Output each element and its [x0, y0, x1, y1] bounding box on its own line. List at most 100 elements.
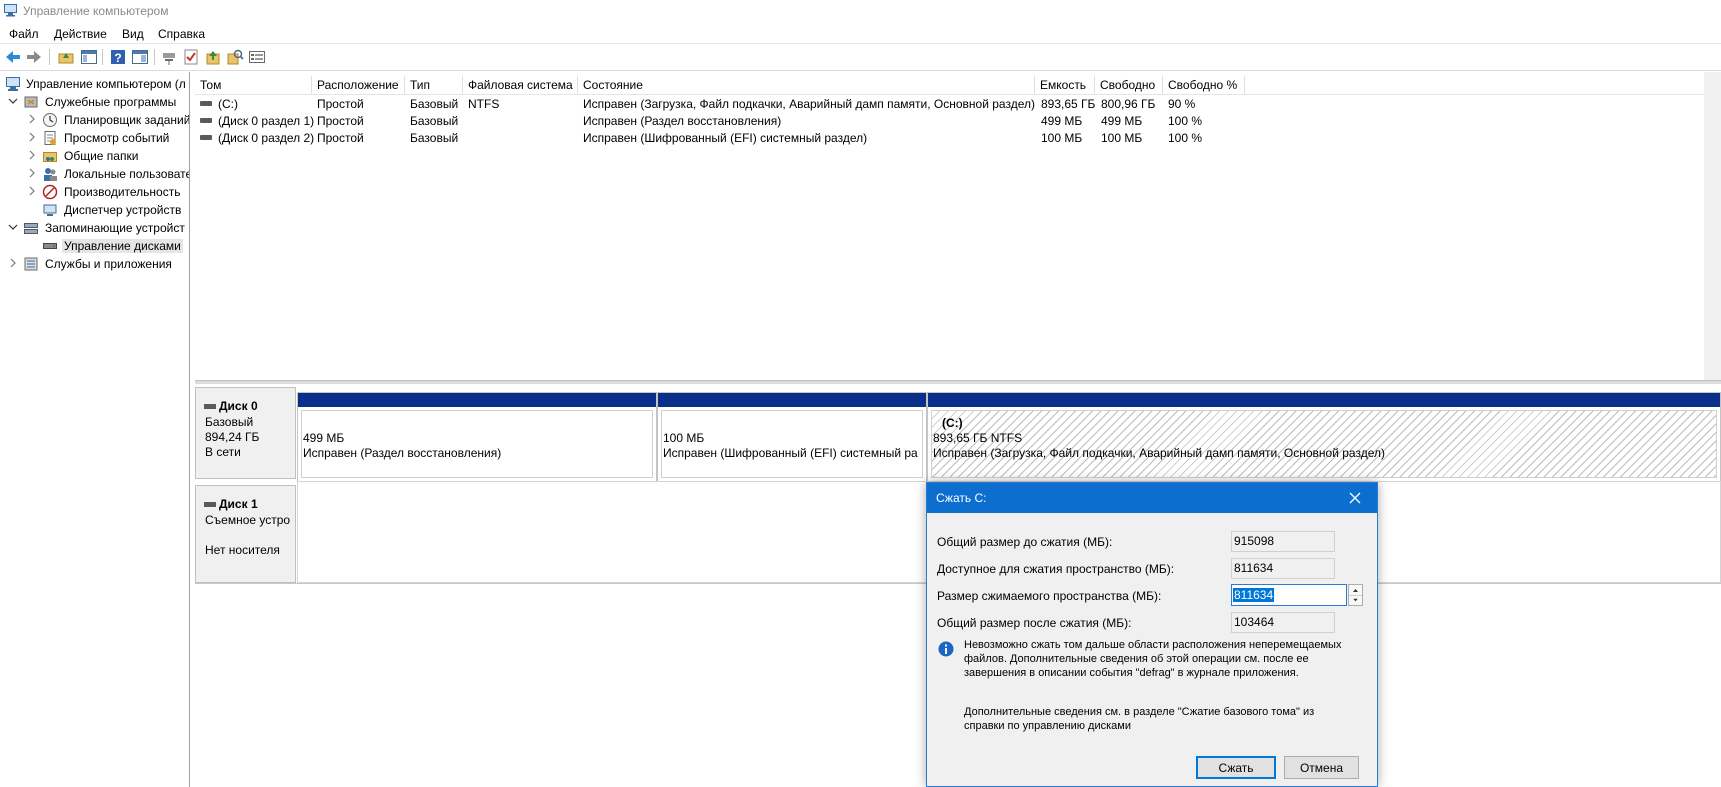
forward-arrow-icon[interactable] [25, 48, 43, 66]
shared-folders-icon [43, 152, 57, 162]
disk-status: В сети [205, 445, 241, 459]
column-header-type[interactable]: Тип [405, 76, 463, 94]
tree-item-event-viewer[interactable]: Просмотр событий [0, 130, 189, 147]
volume-list-scrollbar[interactable] [1704, 72, 1721, 380]
properties-icon[interactable] [248, 48, 266, 66]
shrink-button[interactable]: Сжать [1196, 756, 1276, 779]
cell-layout: Простой [317, 131, 364, 145]
disk-0-info[interactable]: Диск 0 Базовый 894,24 ГБ В сети [195, 387, 296, 479]
tree-item-shared-folders[interactable]: Общие папки [0, 148, 189, 165]
partition-status: Исправен (Загрузка, Файл подкачки, Авари… [933, 446, 1385, 460]
partition-recovery[interactable]: 499 МБ Исправен (Раздел восстановления) [297, 392, 657, 482]
check-icon[interactable] [182, 48, 200, 66]
show-hide-tree-icon[interactable] [80, 48, 98, 66]
disk-size: 894,24 ГБ [205, 430, 260, 444]
tree-item-computer-management[interactable]: Управление компьютером (л [0, 76, 189, 93]
tree-item-label: Запоминающие устройст [45, 221, 185, 235]
help-icon[interactable]: ? [109, 48, 127, 66]
tree-item-storage[interactable]: Запоминающие устройст [0, 220, 189, 237]
spin-up-icon[interactable] [1349, 585, 1362, 595]
disk-icon [204, 502, 216, 508]
menu-view[interactable]: Вид [122, 27, 144, 41]
services-apps-icon [24, 257, 38, 271]
cell-volume: (C:) [218, 97, 238, 111]
cell-free: 100 МБ [1101, 131, 1143, 145]
tree-item-performance[interactable]: Производительность [0, 184, 189, 201]
partition-band [298, 393, 656, 407]
shrink-amount-spinner[interactable] [1348, 584, 1363, 606]
cell-free-percent: 100 % [1168, 131, 1203, 145]
tree-item-label: Производительность [64, 185, 181, 199]
total-size-label: Общий размер до сжатия (МБ): [937, 535, 1113, 549]
tree-item-label: Диспетчер устройств [64, 203, 182, 217]
partition-efi[interactable]: 100 МБ Исправен (Шифрованный (EFI) систе… [657, 392, 927, 482]
chevron-right-icon[interactable] [27, 167, 37, 179]
partition-body [931, 410, 1717, 478]
partition-band [658, 393, 926, 407]
disk-1-info[interactable]: Диск 1 Съемное устро Нет носителя [195, 485, 296, 583]
size-after-field: 103464 [1231, 612, 1335, 633]
table-row[interactable]: (C:) Простой Базовый NTFS Исправен (Загр… [195, 96, 1721, 113]
storage-icon [24, 223, 38, 234]
chevron-down-icon[interactable] [8, 221, 18, 233]
shrink-info-message: Невозможно сжать том дальше области расп… [964, 639, 1342, 679]
column-header-capacity[interactable]: Емкость [1035, 76, 1095, 94]
column-header-free[interactable]: Свободно [1095, 76, 1163, 94]
chevron-right-icon[interactable] [27, 131, 37, 143]
computer-management-icon [4, 4, 17, 17]
column-header-free-percent[interactable]: Свободно % [1163, 76, 1245, 94]
table-row[interactable]: (Диск 0 раздел 2) Простой Базовый Исправ… [195, 130, 1721, 147]
tree-item-local-users[interactable]: Локальные пользовате [0, 166, 189, 183]
cell-capacity: 893,65 ГБ [1041, 97, 1096, 111]
cell-type: Базовый [410, 97, 459, 111]
performance-icon [42, 184, 58, 200]
volume-icon [200, 118, 212, 123]
event-viewer-icon [44, 131, 56, 145]
back-arrow-icon[interactable] [4, 48, 22, 66]
toolbar-separator [154, 49, 155, 65]
partition-name: (C:) [942, 416, 963, 430]
search-icon[interactable] [226, 48, 244, 66]
tree-item-task-scheduler[interactable]: Планировщик заданий [0, 112, 189, 129]
tree-item-label: Общие папки [64, 149, 139, 163]
chevron-down-icon[interactable] [8, 95, 18, 107]
close-icon[interactable] [1346, 489, 1364, 507]
cell-volume: (Диск 0 раздел 2) [218, 131, 315, 145]
window-titlebar: Управление компьютером [0, 0, 1721, 24]
shrink-amount-input[interactable]: 811634 [1231, 584, 1347, 606]
column-header-filesystem[interactable]: Файловая система [463, 76, 578, 94]
available-space-field: 811634 [1231, 558, 1335, 579]
partition-c[interactable]: (C:) 893,65 ГБ NTFS Исправен (Загрузка, … [927, 392, 1721, 482]
disk-icon [204, 404, 216, 410]
shrink-dialog: Сжать C: Общий размер до сжатия (МБ): 91… [926, 482, 1378, 787]
toolbar-separator [102, 49, 103, 65]
column-header-status[interactable]: Состояние [578, 76, 1035, 94]
menu-action[interactable]: Действие [54, 27, 107, 41]
connect-disk-icon[interactable] [160, 48, 178, 66]
menu-file[interactable]: Файл [9, 27, 39, 41]
tree-item-device-manager[interactable]: Диспетчер устройств [0, 202, 189, 219]
spin-down-icon[interactable] [1349, 595, 1362, 605]
cell-volume: (Диск 0 раздел 1) [218, 114, 315, 128]
folder-up-icon[interactable] [204, 48, 222, 66]
chevron-right-icon[interactable] [27, 113, 37, 125]
tree-item-label: Управление компьютером (л [26, 77, 186, 91]
tree-item-system-tools[interactable]: Служебные программы [0, 94, 189, 111]
cell-free-percent: 90 % [1168, 97, 1196, 111]
up-folder-icon[interactable] [57, 48, 75, 66]
column-header-layout[interactable]: Расположение [312, 76, 405, 94]
column-header-volume[interactable]: Том [195, 76, 312, 94]
menu-help[interactable]: Справка [158, 27, 205, 41]
chevron-right-icon[interactable] [27, 149, 37, 161]
volume-list: Том Расположение Тип Файловая система Со… [195, 72, 1721, 380]
chevron-right-icon[interactable] [8, 257, 18, 269]
tree-item-disk-management[interactable]: Управление дисками [0, 238, 189, 255]
dialog-titlebar[interactable]: Сжать C: [927, 483, 1377, 513]
table-row[interactable]: (Диск 0 раздел 1) Простой Базовый Исправ… [195, 113, 1721, 130]
header-divider [195, 94, 1721, 95]
chevron-right-icon[interactable] [27, 185, 37, 197]
tree-item-services-apps[interactable]: Службы и приложения [0, 256, 189, 273]
cell-layout: Простой [317, 114, 364, 128]
action-pane-icon[interactable] [131, 48, 149, 66]
cancel-button[interactable]: Отмена [1284, 756, 1359, 779]
